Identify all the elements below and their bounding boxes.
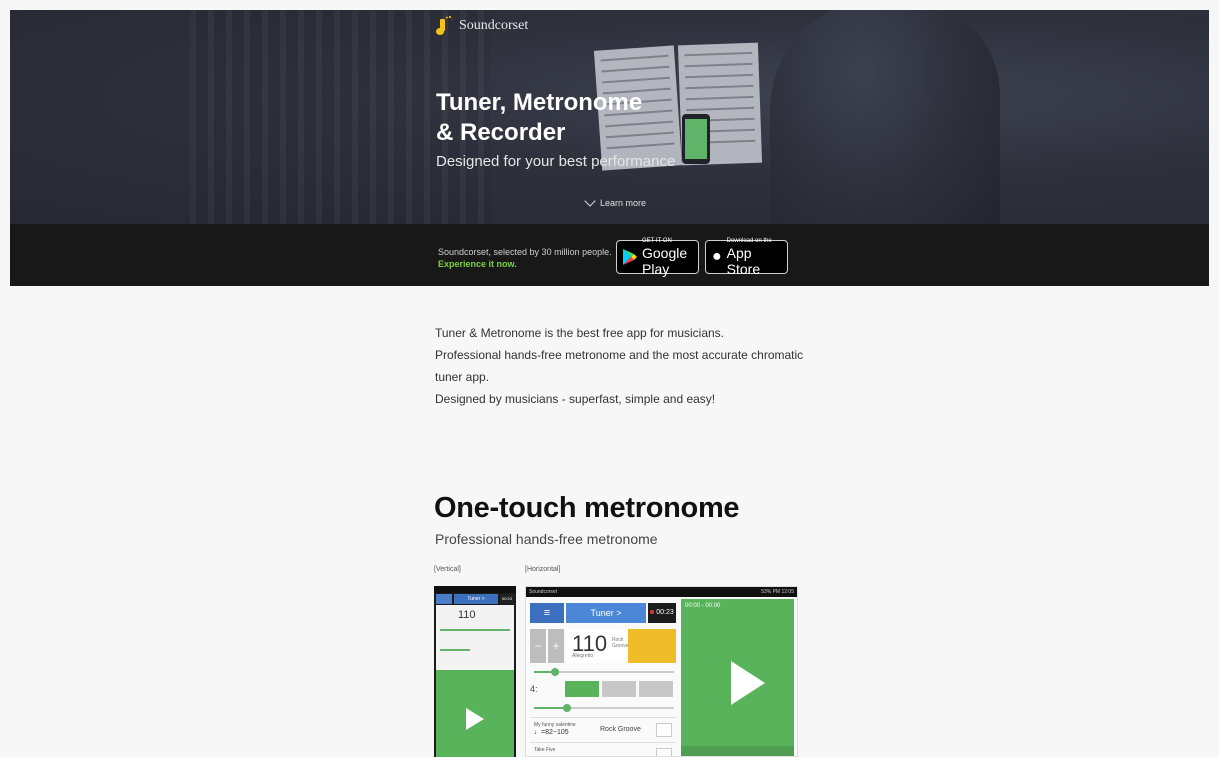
vp-toolbar: Tuner > 00:23 [436,594,514,604]
google-play-small: GET IT ON [642,237,672,244]
apple-icon: ● [712,248,722,265]
horizontal-screenshot: Soundcorset 53% PM 12:05 ≡ Tuner > 00:23… [525,586,798,757]
edit-icon [656,748,672,756]
drum-icon [628,629,676,663]
preset-list: My funny valentine ♩=82~105 Rock Groove … [530,717,676,756]
tempo-name: Allegretto [572,653,594,659]
musician-image [770,10,1000,224]
hero-title-line: Tuner, Metronome [436,89,643,116]
band-cta: Experience it now. [438,259,517,269]
record-button: 00:23 [500,594,514,604]
google-play-big: Google Play [642,244,688,277]
preset-title: My funny valentine [534,722,576,728]
section-title: One-touch metronome [434,492,740,524]
learn-more-label: Learn more [600,198,647,208]
bpm-display: 110 Allegretto Rock Groove [566,629,629,663]
plus-button: + [548,629,564,663]
band-text: Soundcorset, selected by 30 million peop… [438,246,612,270]
page: Soundcorset Tuner, Metronome & Recorder … [10,10,1209,757]
app-store-small: Download on the [726,237,772,244]
groove-name: Rock Groove [612,637,629,649]
metronome-panel: 110 [436,605,514,670]
volume-slider [534,704,674,712]
hero-section: Soundcorset Tuner, Metronome & Recorder … [10,10,1209,224]
menu-button [436,594,452,604]
tempo-slider [534,668,674,676]
more-button [639,681,673,697]
hp-toolbar: ≡ Tuner > 00:23 [530,603,676,623]
intro-line: Professional hands-free metronome and th… [435,348,804,362]
minus-button: − [530,629,546,663]
timer: 00:00 - 00:00 [685,603,721,609]
bpm-row: − + 110 Allegretto Rock Groove [530,629,676,663]
list-item: My funny valentine ♩=82~105 Rock Groove [530,717,676,742]
bpm-value: 110 [458,609,476,621]
brand-name: Soundcorset [459,18,529,33]
menu-icon: ≡ [530,603,564,623]
intro-line: Designed by musicians - superfast, simpl… [435,392,716,406]
hero-title-line: & Recorder [436,119,566,146]
edit-icon [656,723,672,737]
vertical-label: [Vertical] [434,566,461,573]
download-band: Soundcorset, selected by 30 million peop… [10,224,1209,286]
preset-title: Take Five [534,747,556,753]
record-time: 00:23 [656,609,674,616]
hero-subtitle: Designed for your best performance [436,153,676,170]
status-app-name: Soundcorset [529,589,558,595]
preset-value: ♩=82~105 [534,729,569,736]
beats-value: 4: [530,684,538,694]
band-tagline: Soundcorset, selected by 30 million peop… [438,247,612,257]
chevron-down-icon [584,195,596,207]
learn-more-link[interactable]: Learn more [584,195,647,208]
intro-text: Tuner & Metronome is the best free app f… [435,322,835,410]
hero-title: Tuner, Metronome & Recorder [436,88,642,148]
bottom-toolbar [681,746,794,756]
intro-line: tuner app. [435,370,490,384]
play-icon [466,708,484,730]
vertical-screenshot: Tuner > 00:23 110 [434,586,516,757]
play-icon [731,661,765,705]
record-icon [650,610,655,615]
intro-line: Tuner & Metronome is the best free app f… [435,326,725,340]
preset-rhythm: Rock Groove [600,726,641,733]
status-right: 53% PM 12:05 [761,589,794,595]
status-bar: Soundcorset 53% PM 12:05 [526,587,797,597]
app-store-big: App Store [726,244,761,277]
list-item: Take Five [530,742,676,756]
section-subtitle: Professional hands-free metronome [435,531,658,547]
metronome-controls: ≡ Tuner > 00:23 − + 110 Allegretto Rock … [530,599,676,756]
subdivision-button [565,681,599,697]
music-note-icon [435,16,453,36]
accent-button [602,681,636,697]
brand-logo[interactable]: Soundcorset [435,16,528,36]
status-bar [434,586,516,593]
play-area: 00:00 - 00:00 [681,599,794,756]
horizontal-label: [Horizontal] [525,566,561,573]
tempo-slider [440,629,510,631]
hero-phone-image [682,114,710,164]
volume-slider [440,649,470,651]
app-store-button[interactable]: ● Download on the App Store [705,237,788,277]
beat-row: 4: [530,681,676,697]
record-button: 00:23 [648,603,676,623]
tuner-button: Tuner > [454,594,498,604]
play-area [436,670,514,757]
google-play-icon [622,248,638,266]
google-play-button[interactable]: GET IT ON Google Play [616,237,699,277]
tuner-button: Tuner > [566,603,646,623]
